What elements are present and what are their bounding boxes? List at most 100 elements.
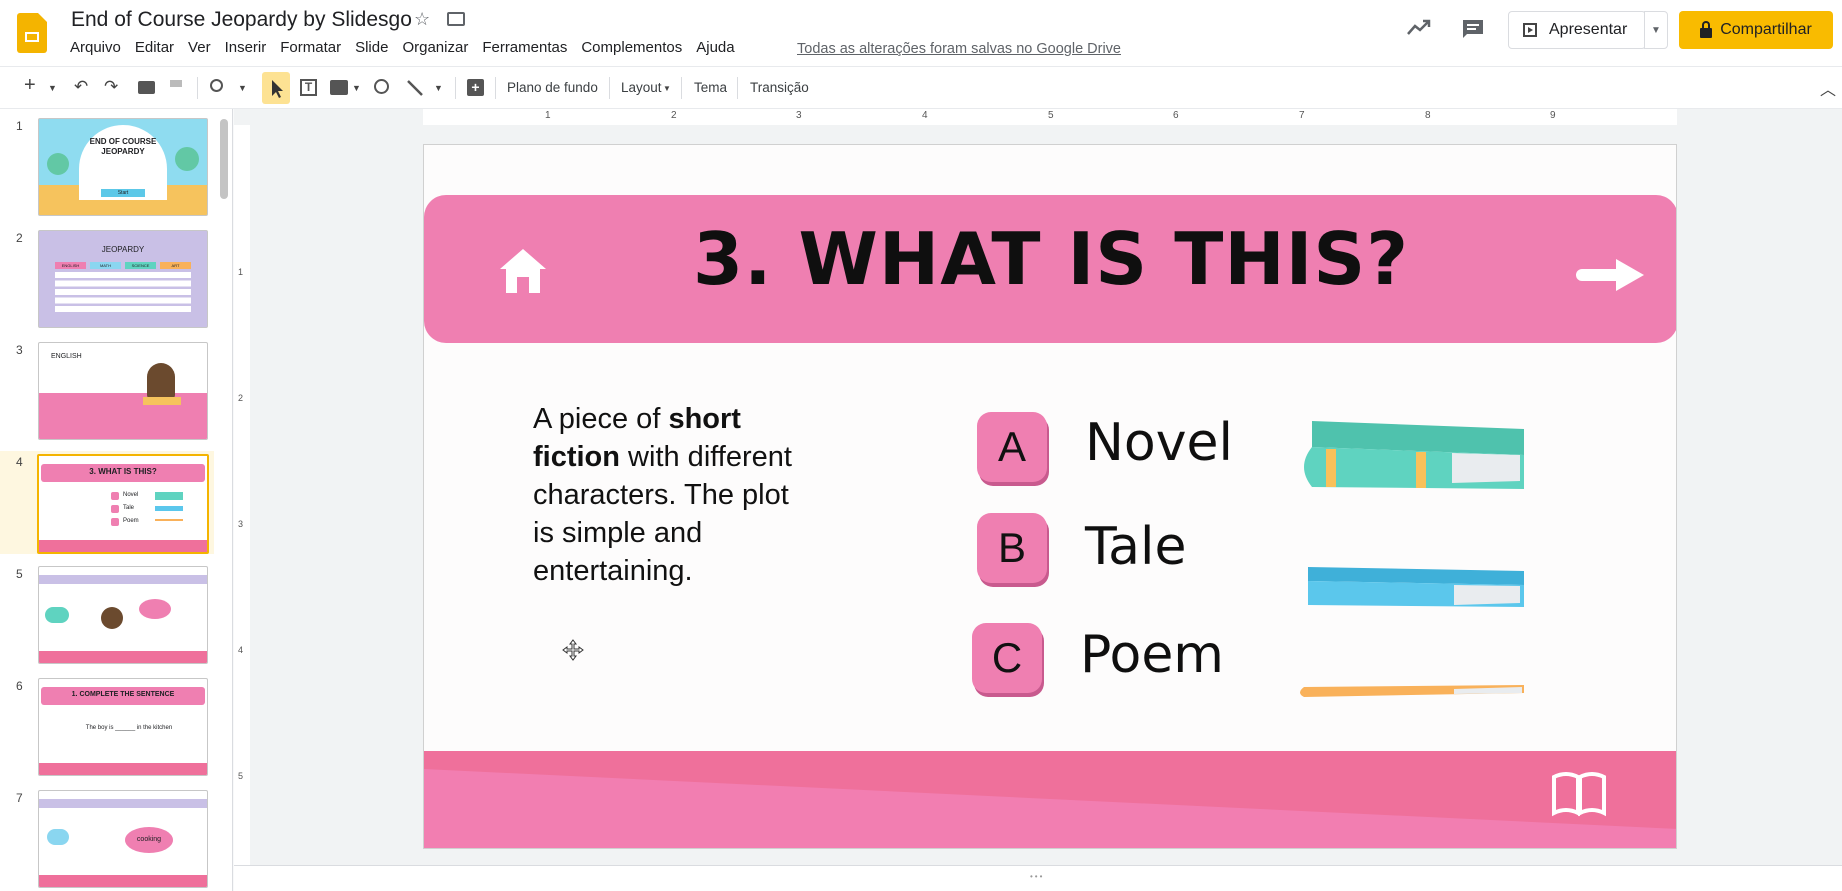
zoom-dropdown-icon[interactable]: ▼ bbox=[238, 83, 247, 93]
thumb-text: SCIENCE bbox=[125, 262, 156, 269]
menu-ajuda[interactable]: Ajuda bbox=[696, 39, 734, 61]
thumb-text: cooking bbox=[125, 827, 173, 853]
slide-thumb-4[interactable]: 3. WHAT IS THIS? Novel Tale Poem bbox=[37, 454, 209, 554]
question-text: A piece of short fiction with different … bbox=[533, 400, 793, 590]
add-comment-icon[interactable]: + bbox=[467, 79, 484, 96]
ruler-tick: 1 bbox=[545, 110, 551, 121]
paint-format-icon[interactable] bbox=[170, 80, 182, 87]
menu-inserir[interactable]: Inserir bbox=[225, 39, 267, 61]
star-icon[interactable]: ☆ bbox=[414, 9, 430, 30]
collapse-toolbar-icon[interactable]: ︿ bbox=[1820, 76, 1836, 100]
menu-organizar[interactable]: Organizar bbox=[402, 39, 468, 61]
menu-formatar[interactable]: Formatar bbox=[280, 39, 341, 61]
question-bold: fiction bbox=[533, 441, 620, 473]
open-book-icon[interactable] bbox=[1550, 771, 1608, 817]
document-title[interactable]: End of Course Jeopardy by Slidesgo bbox=[71, 8, 412, 32]
ruler-tick: 8 bbox=[1425, 110, 1431, 121]
slides-logo-icon[interactable] bbox=[17, 13, 47, 53]
footer-band bbox=[424, 751, 1676, 848]
option-a-button[interactable]: A bbox=[977, 412, 1047, 482]
ruler-tick: 9 bbox=[1550, 110, 1556, 121]
filmstrip-scrollbar[interactable] bbox=[220, 119, 228, 199]
move-folder-icon[interactable] bbox=[447, 12, 465, 26]
option-c-button[interactable]: C bbox=[972, 623, 1042, 693]
activity-trend-icon[interactable] bbox=[1406, 18, 1432, 36]
slide-number: 4 bbox=[16, 455, 23, 469]
image-icon[interactable] bbox=[330, 80, 348, 95]
save-status[interactable]: Todas as alterações foram salvas no Goog… bbox=[797, 41, 1121, 57]
line-dropdown-icon[interactable]: ▼ bbox=[434, 83, 443, 93]
thumb-text: Start bbox=[101, 189, 145, 197]
speaker-notes-resize-bar[interactable]: ••• bbox=[234, 865, 1842, 891]
share-label: Compartilhar bbox=[1720, 21, 1812, 38]
thumb-text: Tale bbox=[123, 505, 135, 511]
thumb-text: Poem bbox=[123, 518, 139, 524]
thumb-text: ART bbox=[160, 262, 191, 269]
present-icon bbox=[1523, 23, 1537, 37]
select-tool-icon[interactable] bbox=[262, 72, 290, 104]
slide-thumb-5[interactable] bbox=[38, 566, 208, 664]
option-b-label[interactable]: Tale bbox=[1085, 517, 1186, 577]
slide-thumb-1[interactable]: END OF COURSE JEOPARDY Start bbox=[38, 118, 208, 216]
menu-ferramentas[interactable]: Ferramentas bbox=[482, 39, 567, 61]
slide-number: 7 bbox=[16, 791, 23, 805]
question-part: A piece of bbox=[533, 403, 669, 435]
slide-number: 6 bbox=[16, 679, 23, 693]
slide-title: 3. WHAT IS THIS? bbox=[693, 217, 1409, 301]
new-slide-dropdown-icon[interactable]: ▼ bbox=[48, 83, 57, 93]
present-dropdown-icon[interactable]: ▼ bbox=[1644, 11, 1668, 49]
theme-button[interactable]: Tema bbox=[694, 80, 727, 95]
layout-dropdown-icon[interactable]: ▼ bbox=[663, 84, 671, 93]
ruler-tick: 1 bbox=[238, 267, 244, 277]
menu-ver[interactable]: Ver bbox=[188, 39, 211, 61]
share-button[interactable]: Compartilhar bbox=[1679, 11, 1833, 49]
ruler-tick: 5 bbox=[1048, 110, 1054, 121]
question-bold: short bbox=[668, 403, 741, 435]
print-icon[interactable] bbox=[138, 81, 155, 94]
option-a-label[interactable]: Novel bbox=[1085, 413, 1233, 473]
thin-book-icon bbox=[1308, 567, 1524, 607]
next-arrow-icon[interactable] bbox=[1574, 255, 1646, 295]
drag-handle-icon[interactable]: ••• bbox=[1030, 872, 1044, 881]
horizontal-ruler: 1 2 3 4 5 6 7 8 9 bbox=[250, 109, 1842, 125]
slide-thumb-6[interactable]: 1. COMPLETE THE SENTENCE The boy is ____… bbox=[38, 678, 208, 776]
slide-thumb-7[interactable]: cooking bbox=[38, 790, 208, 888]
zoom-icon[interactable] bbox=[210, 79, 223, 92]
comments-icon[interactable] bbox=[1461, 18, 1485, 40]
thumb-text: Novel bbox=[123, 492, 139, 498]
slide-number: 1 bbox=[16, 119, 23, 133]
ruler-tick: 3 bbox=[796, 110, 802, 121]
menu-arquivo[interactable]: Arquivo bbox=[70, 39, 121, 61]
thumb-text: 1. COMPLETE THE SENTENCE bbox=[71, 691, 175, 698]
thumb-text: JEOPARDY bbox=[101, 245, 145, 254]
app-header: End of Course Jeopardy by Slidesgo ☆ Arq… bbox=[0, 0, 1842, 66]
thumb-text: ENGLISH bbox=[55, 262, 86, 269]
background-button[interactable]: Plano de fundo bbox=[507, 80, 598, 95]
ruler-tick: 5 bbox=[238, 771, 244, 781]
menu-editar[interactable]: Editar bbox=[135, 39, 174, 61]
menu-complementos[interactable]: Complementos bbox=[581, 39, 682, 61]
vertical-ruler: 1 2 3 4 5 bbox=[234, 125, 250, 865]
redo-icon[interactable]: ↷ bbox=[104, 77, 118, 97]
toolbar: + ▼ ↶ ↷ ▼ T ▼ ▼ + Plano de fundo Layout … bbox=[0, 66, 1842, 109]
new-slide-icon[interactable]: + bbox=[24, 74, 36, 97]
ruler-tick: 3 bbox=[238, 519, 244, 529]
transition-button[interactable]: Transição bbox=[750, 80, 809, 95]
lock-icon bbox=[1700, 21, 1713, 38]
ruler-tick: 4 bbox=[922, 110, 928, 121]
layout-button[interactable]: Layout bbox=[621, 80, 662, 95]
thumb-text: ENGLISH bbox=[51, 353, 82, 360]
slide-thumb-2[interactable]: JEOPARDY ENGLISH MATH SCIENCE ART bbox=[38, 230, 208, 328]
line-icon[interactable] bbox=[406, 79, 424, 97]
current-slide[interactable]: 3. WHAT IS THIS? A piece of short fictio… bbox=[423, 144, 1677, 849]
option-c-label[interactable]: Poem bbox=[1080, 625, 1224, 685]
image-dropdown-icon[interactable]: ▼ bbox=[352, 83, 361, 93]
present-button[interactable]: Apresentar bbox=[1508, 11, 1646, 49]
menu-slide[interactable]: Slide bbox=[355, 39, 388, 61]
text-box-icon[interactable]: T bbox=[300, 79, 317, 96]
menu-bar: Arquivo Editar Ver Inserir Formatar Slid… bbox=[70, 39, 749, 61]
undo-icon[interactable]: ↶ bbox=[74, 77, 88, 97]
option-b-button[interactable]: B bbox=[977, 513, 1047, 583]
shape-icon[interactable] bbox=[374, 79, 389, 94]
slide-thumb-3[interactable]: ENGLISH bbox=[38, 342, 208, 440]
